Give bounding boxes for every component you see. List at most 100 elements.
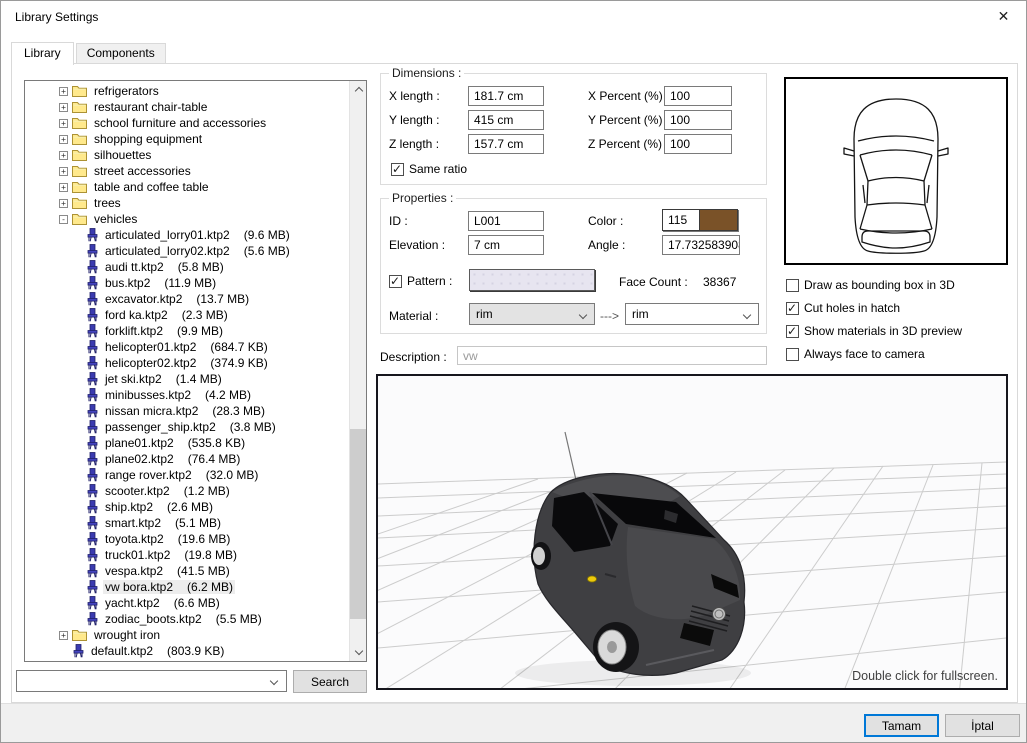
cancel-button[interactable]: İptal	[945, 714, 1020, 737]
tree-item-size: (19.6 MB)	[178, 532, 231, 546]
tree-file[interactable]: vw bora.ktp2(6.2 MB)	[25, 579, 349, 595]
close-icon[interactable]: ✕	[981, 1, 1026, 32]
tree-scrollbar[interactable]	[349, 81, 366, 661]
x-length-field[interactable]: 181.7 cm	[468, 86, 544, 106]
folder-icon	[72, 85, 87, 97]
color-index-field[interactable]: 115	[663, 210, 699, 230]
expand-toggle-icon[interactable]: +	[59, 631, 68, 640]
pattern-preview[interactable]	[469, 269, 595, 291]
library-item-icon	[87, 532, 98, 546]
angle-field[interactable]: 17.732583908	[662, 235, 740, 255]
tree-folder[interactable]: +restaurant chair-table	[25, 99, 349, 115]
tree-file[interactable]: helicopter01.ktp2(684.7 KB)	[25, 339, 349, 355]
tree-file[interactable]: jet ski.ktp2(1.4 MB)	[25, 371, 349, 387]
tree-file[interactable]: excavator.ktp2(13.7 MB)	[25, 291, 349, 307]
tree-folder[interactable]: +wrought iron	[25, 627, 349, 643]
expand-toggle-icon[interactable]: +	[59, 151, 68, 160]
tree-item-label: ship.ktp2	[105, 500, 153, 514]
option-show-materials[interactable]: Show materials in 3D preview	[786, 324, 962, 338]
tree-file[interactable]: zodiac_boots.ktp2(5.5 MB)	[25, 611, 349, 627]
tree-file[interactable]: articulated_lorry02.ktp2(5.6 MB)	[25, 243, 349, 259]
expand-toggle-icon[interactable]: -	[59, 215, 68, 224]
tree-item-size: (535.8 KB)	[188, 436, 245, 450]
z-length-field[interactable]: 157.7 cm	[468, 134, 544, 154]
id-field[interactable]: L001	[468, 211, 544, 231]
tree-folder[interactable]: + refrigerators	[25, 83, 349, 99]
tab-library[interactable]: Library	[11, 42, 74, 65]
x-percent-field[interactable]: 100	[664, 86, 732, 106]
tree-folder[interactable]: +trees	[25, 195, 349, 211]
search-button[interactable]: Search	[293, 670, 367, 693]
color-swatch[interactable]	[699, 210, 737, 230]
tree-item-label: zodiac_boots.ktp2	[105, 612, 202, 626]
tree-folder[interactable]: +silhouettes	[25, 147, 349, 163]
tree-file[interactable]: passenger_ship.ktp2(3.8 MB)	[25, 419, 349, 435]
expand-toggle-icon[interactable]: +	[59, 167, 68, 176]
tree-file[interactable]: bus.ktp2(11.9 MB)	[25, 275, 349, 291]
material-to-dropdown[interactable]: rim	[625, 303, 759, 325]
expand-toggle-icon[interactable]: +	[59, 199, 68, 208]
scroll-down-icon[interactable]	[350, 644, 367, 661]
tree-folder[interactable]: +school furniture and accessories	[25, 115, 349, 131]
tree-file[interactable]: minibusses.ktp2(4.2 MB)	[25, 387, 349, 403]
tree-item-size: (803.9 KB)	[167, 644, 224, 658]
same-ratio-checkbox[interactable]: Same ratio	[391, 162, 467, 176]
option-always-face-camera[interactable]: Always face to camera	[786, 347, 925, 361]
y-length-field[interactable]: 415 cm	[468, 110, 544, 130]
tree-file[interactable]: scooter.ktp2(1.2 MB)	[25, 483, 349, 499]
tree-file[interactable]: helicopter02.ktp2(374.9 KB)	[25, 355, 349, 371]
tree-file[interactable]: plane01.ktp2(535.8 KB)	[25, 435, 349, 451]
library-item-icon	[87, 484, 98, 498]
tab-components[interactable]: Components	[76, 43, 166, 64]
library-item-icon	[87, 516, 98, 530]
expand-toggle-icon[interactable]: +	[59, 103, 68, 112]
tree-file[interactable]: articulated_lorry01.ktp2(9.6 MB)	[25, 227, 349, 243]
expand-toggle-icon[interactable]: +	[59, 135, 68, 144]
library-tree: +refrigerators+restaurant chair-table+sc…	[24, 80, 367, 662]
tree-file[interactable]: ship.ktp2 (2.6 MB)	[25, 499, 349, 515]
pattern-checkbox[interactable]: Pattern :	[389, 274, 452, 288]
tree-item-label: truck01.ktp2	[105, 548, 170, 562]
tree-folder[interactable]: +shopping equipment	[25, 131, 349, 147]
tree-file[interactable]: range rover.ktp2(32.0 MB)	[25, 467, 349, 483]
z-percent-field[interactable]: 100	[664, 134, 732, 154]
search-combo[interactable]	[16, 670, 287, 692]
tree-file[interactable]: default.ktp2(803.9 KB)	[25, 643, 349, 659]
tree-file[interactable]: smart.ktp2(5.1 MB)	[25, 515, 349, 531]
x-length-label: X length :	[389, 89, 440, 103]
library-item-icon	[87, 468, 98, 482]
tree-file[interactable]: nissan micra.ktp2(28.3 MB)	[25, 403, 349, 419]
scroll-up-icon[interactable]	[350, 81, 367, 98]
tree-item-label: toyota.ktp2	[105, 532, 164, 546]
tree-item-size: (28.3 MB)	[212, 404, 265, 418]
option-cut-holes-in-hatch[interactable]: Cut holes in hatch	[786, 301, 900, 315]
tree-file[interactable]: ford ka.ktp2(2.3 MB)	[25, 307, 349, 323]
tree-file[interactable]: forklift.ktp2(9.9 MB)	[25, 323, 349, 339]
tree-file[interactable]: yacht.ktp2(6.6 MB)	[25, 595, 349, 611]
tree-file[interactable]: plane02.ktp2(76.4 MB)	[25, 451, 349, 467]
tree-file[interactable]: truck01.ktp2(19.8 MB)	[25, 547, 349, 563]
tree-item-size: (9.6 MB)	[244, 228, 290, 242]
tree-file[interactable]: toyota.ktp2 (19.6 MB)	[25, 531, 349, 547]
description-field[interactable]: vw	[457, 346, 767, 365]
library-item-icon	[87, 292, 98, 306]
ok-button[interactable]: Tamam	[864, 714, 939, 737]
tree-file[interactable]: vespa.ktp2(41.5 MB)	[25, 563, 349, 579]
tree-folder[interactable]: -vehicles	[25, 211, 349, 227]
tree-file[interactable]: audi tt.ktp2(5.8 MB)	[25, 259, 349, 275]
tree-item-label: refrigerators	[94, 84, 159, 98]
y-percent-field[interactable]: 100	[664, 110, 732, 130]
material-map-arrow: --->	[600, 309, 619, 323]
expand-toggle-icon[interactable]: +	[59, 183, 68, 192]
expand-toggle-icon[interactable]: +	[59, 119, 68, 128]
elevation-field[interactable]: 7 cm	[468, 235, 544, 255]
option-draw-bounding-box[interactable]: Draw as bounding box in 3D	[786, 278, 955, 292]
scrollbar-thumb[interactable]	[350, 429, 367, 619]
tree-item-size: (2.6 MB)	[167, 500, 213, 514]
color-control[interactable]: 115	[662, 209, 738, 231]
material-from-dropdown[interactable]: rim	[469, 303, 595, 325]
tree-folder[interactable]: +table and coffee table	[25, 179, 349, 195]
expand-toggle-icon[interactable]: +	[59, 87, 68, 96]
tree-folder[interactable]: +street accessories	[25, 163, 349, 179]
model-3d-preview[interactable]: Double click for fullscreen.	[376, 374, 1008, 690]
